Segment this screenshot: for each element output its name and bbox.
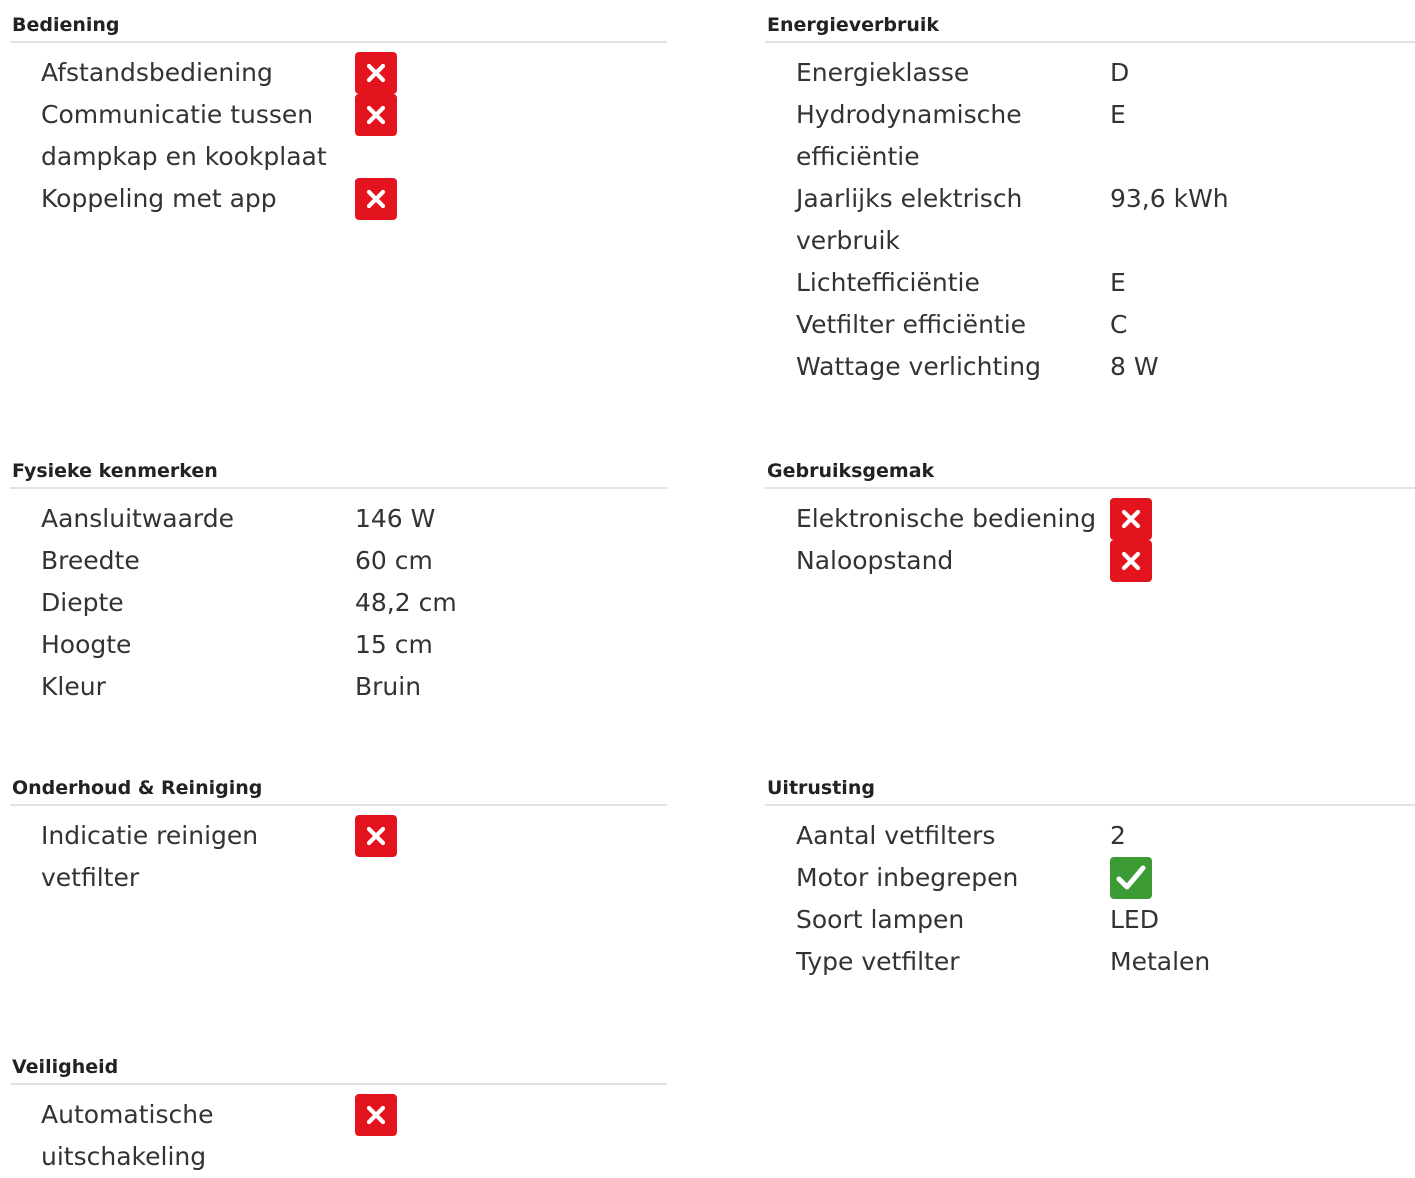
section-title: Fysieke kenmerken [10,456,667,489]
spec-label: Communicatie tussen dampkap en kookplaat [41,100,327,171]
spec-value: Metalen [1110,947,1211,976]
spec-label: Kleur [41,672,106,701]
section-title: Gebruiksgemak [765,456,1415,489]
spec-row: Aansluitwaarde 146 W [41,498,667,540]
spec-row: Hoogte 15 cm [41,624,667,666]
spec-row: Automatische uitschakeling [41,1094,667,1178]
spec-value: 2 [1110,821,1126,850]
spec-row: Indicatie reinigen vetfilter [41,815,667,899]
spec-value: E [1110,100,1126,129]
spec-value: 60 cm [355,546,433,575]
spec-label: Hydrodynamische efficiëntie [796,100,1022,171]
spec-row: Naloopstand [796,540,1415,582]
spec-row: Jaarlijks elektrisch verbruik 93,6 kWh [796,178,1415,262]
spec-row: Lichtefficiëntie E [796,262,1415,304]
spec-row: Kleur Bruin [41,666,667,708]
cross-icon [1110,540,1152,582]
section-uitrusting: Uitrusting Aantal vetfilters 2 Motor inbegr… [765,773,1415,983]
spec-label: Afstandsbediening [41,58,273,87]
spec-value: LED [1110,905,1159,934]
spec-list: Elektronische bediening Naloopstand [765,498,1415,582]
spec-list: Aansluitwaarde 146 W Breedte 60 cm Diepte 48,… [10,498,667,708]
spec-row: Hydrodynamische efficiëntie E [796,94,1415,178]
spec-list: Energieklasse D Hydrodynamische efficiënti… [765,52,1415,388]
spec-label: Soort lampen [796,905,965,934]
spec-label: Diepte [41,588,124,617]
section-veiligheid: Veiligheid Automatische uitschakeling [10,1052,667,1178]
spec-value: 146 W [355,504,436,533]
spec-value: 15 cm [355,630,433,659]
cross-icon [355,52,397,94]
spec-label: Jaarlijks elektrisch verbruik [796,184,1023,255]
section-title: Veiligheid [10,1052,667,1085]
spec-row: Communicatie tussen dampkap en kookplaat [41,94,667,178]
spec-label: Automatische uitschakeling [41,1100,214,1171]
cross-icon [355,178,397,220]
spec-label: Hoogte [41,630,132,659]
spec-row: Energieklasse D [796,52,1415,94]
spec-label: Aansluitwaarde [41,504,235,533]
spec-value: E [1110,268,1126,297]
spec-row: Motor inbegrepen [796,857,1415,899]
spec-list: Automatische uitschakeling [10,1094,667,1178]
spec-row: Elektronische bediening [796,498,1415,540]
section-gebruiksgemak: Gebruiksgemak Elektronische bediening Nalo… [765,456,1415,582]
spec-list: Aantal vetfilters 2 Motor inbegrepen Soort … [765,815,1415,983]
section-title: Onderhoud & Reiniging [10,773,667,806]
spec-label: Motor inbegrepen [796,863,1019,892]
spec-label: Koppeling met app [41,184,277,213]
section-onderhoud-and-reiniging: Onderhoud & Reiniging Indicatie reinigen … [10,773,667,899]
cross-icon [355,815,397,857]
section-title: Energieverbruik [765,10,1415,43]
spec-row: Aantal vetfilters 2 [796,815,1415,857]
spec-value: 48,2 cm [355,588,457,617]
section-energieverbruik: Energieverbruik Energieklasse D Hydrodynami… [765,10,1415,388]
spec-value: 93,6 kWh [1110,184,1229,213]
spec-label: Type vetfilter [796,947,960,976]
spec-label: Naloopstand [796,546,954,575]
spec-value: 8 W [1110,352,1159,381]
spec-row: Type vetfilter Metalen [796,941,1415,983]
spec-list: Afstandsbediening Communicatie tussen dam… [10,52,667,220]
spec-row: Soort lampen LED [796,899,1415,941]
spec-label: Aantal vetfilters [796,821,996,850]
spec-label: Lichtefficiëntie [796,268,980,297]
spec-label: Elektronische bediening [796,504,1097,533]
section-bediening: Bediening Afstandsbediening Communicatie t… [10,10,667,220]
spec-value: D [1110,58,1130,87]
spec-row: Wattage verlichting 8 W [796,346,1415,388]
spec-row: Breedte 60 cm [41,540,667,582]
spec-row: Koppeling met app [41,178,667,220]
cross-icon [355,1094,397,1136]
spec-label: Wattage verlichting [796,352,1041,381]
cross-icon [1110,498,1152,540]
spec-row: Diepte 48,2 cm [41,582,667,624]
spec-label: Vetfilter efficiëntie [796,310,1027,339]
spec-label: Indicatie reinigen vetfilter [41,821,259,892]
spec-row: Afstandsbediening [41,52,667,94]
cross-icon [355,94,397,136]
spec-label: Energieklasse [796,58,970,87]
spec-value: Bruin [355,672,422,701]
spec-value: C [1110,310,1128,339]
checkmark-icon [1110,857,1152,899]
spec-row: Vetfilter efficiëntie C [796,304,1415,346]
section-title: Uitrusting [765,773,1415,806]
section-fysieke-kenmerken: Fysieke kenmerken Aansluitwaarde 146 W Bree… [10,456,667,708]
section-title: Bediening [10,10,667,43]
spec-list: Indicatie reinigen vetfilter [10,815,667,899]
spec-label: Breedte [41,546,140,575]
